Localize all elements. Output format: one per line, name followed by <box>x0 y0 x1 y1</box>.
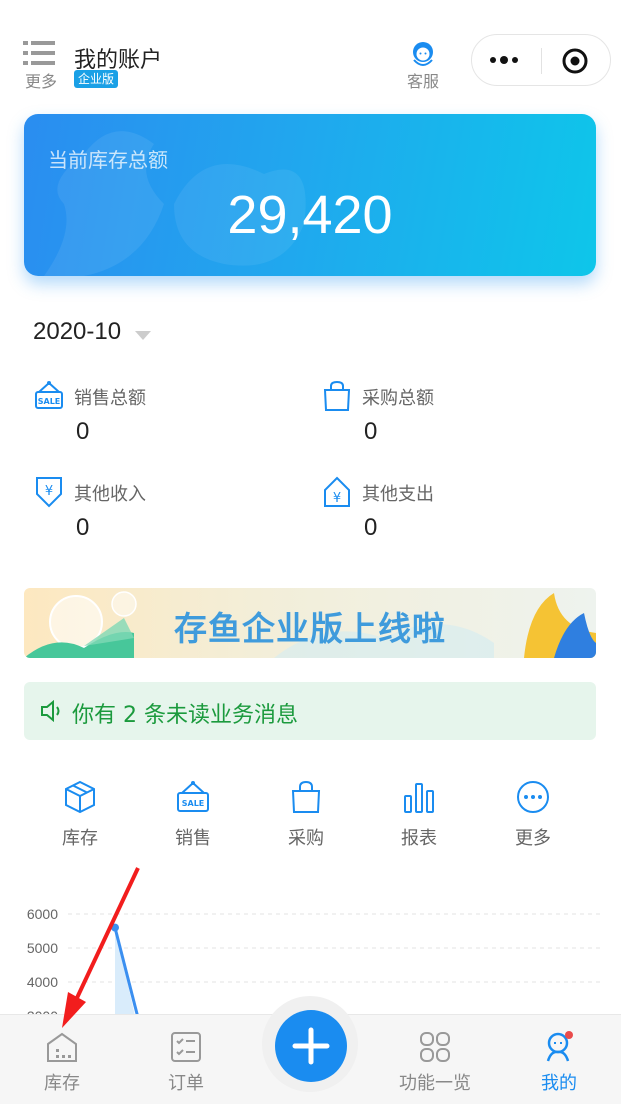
more-menu-button[interactable]: 更多 <box>20 40 62 91</box>
svg-text:¥: ¥ <box>45 484 53 499</box>
unread-message-notice[interactable]: 你有 2 条未读业务消息 <box>24 682 596 740</box>
shopping-bag-icon <box>323 380 351 411</box>
header-bar: 更多 我的账户 企业版 客服 <box>0 0 621 100</box>
svg-text:SALE: SALE <box>182 799 205 808</box>
miniprogram-capsule <box>471 34 611 86</box>
stat-purchase-total[interactable]: 采购总额 0 <box>322 380 542 460</box>
stock-total-card[interactable]: 当前库存总额 29,420 <box>24 114 596 276</box>
tab-orders[interactable]: 订单 <box>141 1031 231 1097</box>
customer-service-button[interactable]: 客服 <box>400 40 446 91</box>
stat-label: 其他支出 <box>362 484 434 505</box>
stat-label: 采购总额 <box>362 388 434 409</box>
sale-sign-icon: SALE <box>177 781 209 812</box>
svg-text:SALE: SALE <box>38 397 61 406</box>
tab-inventory[interactable]: 库存 <box>17 1031 107 1097</box>
stat-value: 0 <box>364 418 378 445</box>
more-dots-icon <box>517 781 549 813</box>
customer-service-icon <box>413 42 433 66</box>
box-icon <box>65 780 95 814</box>
stat-other-income[interactable]: ¥ 其他收入 0 <box>34 476 254 556</box>
sale-sign-icon: SALE <box>35 381 63 409</box>
period-value: 2020-10 <box>33 318 122 345</box>
quick-menu-label: 采购 <box>288 828 324 849</box>
customer-service-label: 客服 <box>406 72 439 91</box>
notice-suffix: 条未读业务消息 <box>137 703 298 728</box>
quick-menu-more[interactable]: 更多 <box>488 780 578 850</box>
stat-label: 其他收入 <box>74 484 146 505</box>
more-options-icon[interactable] <box>488 45 522 75</box>
close-miniprogram-icon[interactable] <box>560 46 590 76</box>
stat-value: 0 <box>76 418 90 445</box>
add-button[interactable] <box>275 1010 347 1082</box>
quick-menu-reports[interactable]: 报表 <box>374 780 464 850</box>
tab-features[interactable]: 功能一览 <box>390 1031 480 1097</box>
stat-sales-total[interactable]: SALE 销售总额 0 <box>34 380 254 460</box>
banner-headline: 存鱼企业版上线啦 <box>174 609 446 648</box>
plus-icon <box>292 1027 330 1065</box>
quick-menu-sales[interactable]: SALE 销售 <box>148 780 238 850</box>
stat-label: 销售总额 <box>74 388 146 409</box>
quick-menu-purchase[interactable]: 采购 <box>261 780 351 850</box>
tab-mine[interactable]: 我的 <box>514 1031 604 1097</box>
tab-label: 功能一览 <box>399 1073 471 1094</box>
chart-y-tick-label: 5000 <box>27 940 58 956</box>
chart-y-tick-label: 6000 <box>27 906 58 922</box>
notice-count: 2 <box>123 703 137 728</box>
tab-label: 订单 <box>168 1073 204 1094</box>
yuan-down-arrow-icon: ¥ <box>36 477 62 508</box>
capsule-divider <box>541 48 542 74</box>
more-menu-label: 更多 <box>24 72 57 91</box>
tab-label: 库存 <box>44 1073 80 1094</box>
quick-menu-label: 更多 <box>515 828 551 849</box>
chart-data-point <box>111 923 119 932</box>
stat-other-expense[interactable]: ¥ 其他支出 0 <box>322 476 542 556</box>
enterprise-badge: 企业版 <box>74 70 119 88</box>
tab-label: 我的 <box>541 1073 577 1094</box>
quick-menu-inventory[interactable]: 库存 <box>35 780 125 850</box>
menu-list-icon <box>23 41 55 65</box>
grid-icon <box>420 1032 450 1062</box>
chart-y-tick-label: 4000 <box>27 974 58 990</box>
stat-value: 0 <box>76 514 90 541</box>
stock-total-label: 当前库存总额 <box>48 148 168 172</box>
warehouse-icon <box>47 1032 77 1062</box>
profile-icon <box>546 1031 573 1062</box>
quick-menu-label: 报表 <box>401 828 437 849</box>
period-selector[interactable]: 2020-10 <box>33 318 151 348</box>
speaker-icon <box>41 700 60 722</box>
notice-prefix: 你有 <box>72 703 123 728</box>
shopping-bag-icon <box>291 780 321 813</box>
promo-banner[interactable]: 存鱼企业版上线啦 <box>24 588 596 658</box>
notification-dot <box>565 1031 573 1039</box>
yuan-up-arrow-icon: ¥ <box>324 476 350 507</box>
caret-down-icon <box>135 331 151 340</box>
stock-total-value: 29,420 <box>227 185 393 245</box>
quick-menu-label: 库存 <box>62 828 98 849</box>
notice-message: 你有 2 条未读业务消息 <box>72 697 298 729</box>
order-list-icon <box>171 1032 201 1062</box>
quick-menu-label: 销售 <box>175 828 211 849</box>
bar-chart-icon <box>404 783 434 813</box>
stat-value: 0 <box>364 514 378 541</box>
svg-text:¥: ¥ <box>333 491 341 506</box>
